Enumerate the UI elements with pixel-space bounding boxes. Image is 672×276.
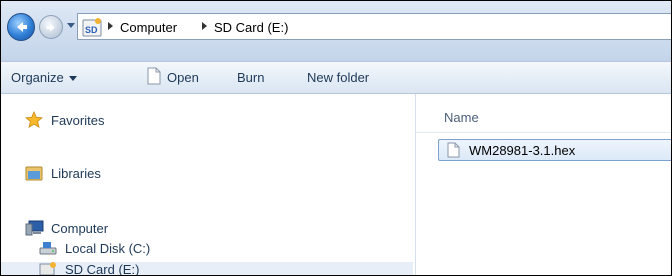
nav-sd-card[interactable]: SD Card (E:): [65, 262, 139, 275]
favorites-star-icon: [25, 111, 43, 129]
sd-card-icon: [39, 262, 56, 275]
svg-text:SD: SD: [85, 25, 98, 35]
explorer-window: SD Computer SD Card (E:) Organize Open B…: [0, 0, 672, 276]
nav-computer[interactable]: Computer: [51, 221, 108, 236]
file-item[interactable]: WM28981-3.1.hex: [438, 139, 671, 161]
breadcrumb-separator-icon[interactable]: [202, 22, 207, 30]
nav-selection-highlight: [1, 262, 413, 275]
file-name: WM28981-3.1.hex: [469, 143, 576, 158]
computer-icon: [25, 220, 44, 236]
organize-button[interactable]: Organize: [11, 70, 77, 85]
header-divider: [416, 132, 671, 133]
navigation-pane: Favorites Libraries Computer Local Disk …: [1, 94, 416, 275]
new-folder-button[interactable]: New folder: [307, 70, 369, 85]
burn-button[interactable]: Burn: [237, 70, 264, 85]
document-icon: [147, 67, 161, 85]
libraries-icon: [25, 166, 43, 181]
file-list-pane: Name WM28981-3.1.hex: [416, 94, 671, 275]
forward-arrow-icon: [46, 23, 55, 32]
breadcrumb-computer[interactable]: Computer: [120, 20, 177, 35]
open-button[interactable]: Open: [167, 70, 199, 85]
address-field[interactable]: SD Computer SD Card (E:): [77, 13, 671, 40]
address-bar-area: SD Computer SD Card (E:): [1, 1, 671, 61]
command-bar: Organize Open Burn New folder: [1, 61, 671, 94]
organize-label: Organize: [11, 70, 64, 85]
nav-libraries[interactable]: Libraries: [51, 166, 101, 181]
breadcrumb-separator-icon[interactable]: [108, 22, 113, 30]
chevron-down-icon: [68, 76, 77, 82]
file-icon: [447, 142, 460, 158]
forward-button[interactable]: [39, 15, 63, 39]
nav-favorites[interactable]: Favorites: [51, 113, 104, 128]
nav-local-disk[interactable]: Local Disk (C:): [65, 241, 150, 256]
breadcrumb-sd-card[interactable]: SD Card (E:): [214, 20, 288, 35]
local-disk-icon: [39, 242, 57, 255]
column-header-name[interactable]: Name: [444, 110, 479, 125]
back-button[interactable]: [7, 13, 35, 41]
recent-pages-dropdown-icon[interactable]: [67, 23, 75, 28]
sd-card-icon: SD: [82, 18, 102, 37]
back-arrow-icon: [17, 22, 27, 32]
